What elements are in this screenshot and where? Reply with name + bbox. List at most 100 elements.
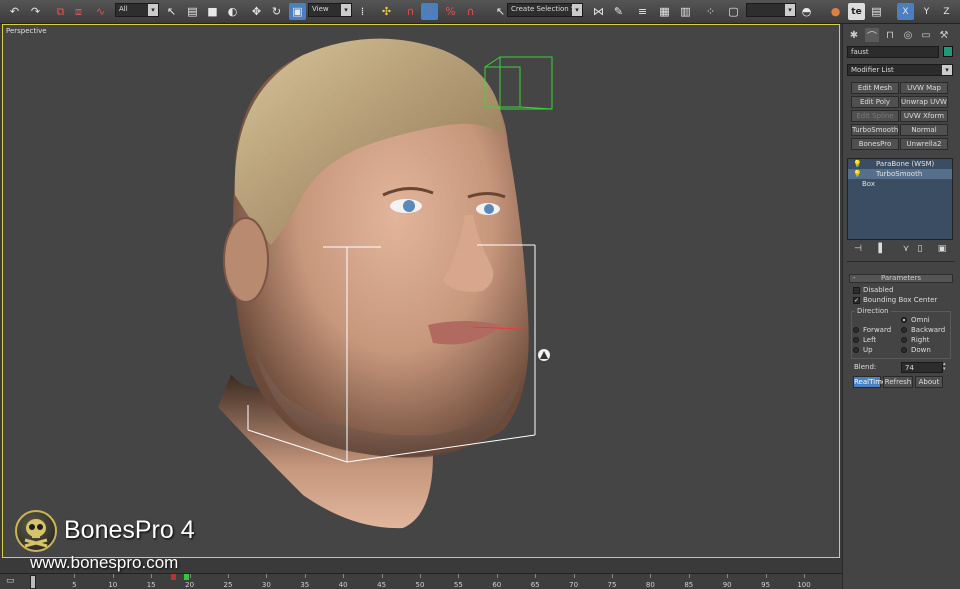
edit-poly-button[interactable]: Edit Poly	[851, 96, 899, 108]
realtime-button[interactable]: RealTime	[853, 376, 886, 388]
scale-icon[interactable]: ▣	[289, 3, 306, 20]
radio-down[interactable]: Down	[901, 346, 931, 354]
blend-spinner-field[interactable]: 74	[901, 362, 943, 373]
named-selection-dropdown[interactable]: Create Selection Se ▾	[507, 3, 583, 17]
keyframe-marker[interactable]	[184, 574, 189, 580]
modifier-stack[interactable]: 💡 ParaBone (WSM) 💡 TurboSmooth Box	[847, 158, 953, 240]
snap-icon[interactable]: ∩	[402, 3, 419, 20]
stack-item-box[interactable]: Box	[848, 179, 952, 189]
display-tab-icon[interactable]: ▭	[919, 28, 933, 42]
align-icon[interactable]: ✎	[610, 3, 627, 20]
mirror-icon[interactable]: ⋈	[590, 3, 607, 20]
material-editor-icon[interactable]: ⁘	[702, 3, 719, 20]
viewport-config-icon[interactable]: ▤	[868, 3, 885, 20]
unwrella2-button[interactable]: Unwrella2	[900, 138, 948, 150]
radio-forward[interactable]: Forward	[853, 326, 891, 334]
y-axis-icon[interactable]: Y	[918, 3, 935, 20]
spinner-arrows-icon[interactable]: ▴ ▾	[943, 362, 949, 373]
timeline[interactable]: ▭ 5 10 15 20 25 30 35 40 45 50 55 60 65 70 75 80 85 90 95 1…	[0, 573, 842, 589]
object-name-field[interactable]: faust	[847, 46, 939, 58]
collapse-icon: -	[853, 274, 856, 282]
select-link-icon[interactable]: ⧉	[52, 3, 69, 20]
timeline-tick-mark	[228, 574, 229, 578]
unwrap-uvw-button[interactable]: Unwrap UVW	[900, 96, 948, 108]
checkmark-icon: ✓	[853, 296, 860, 304]
direction-label: Direction	[855, 307, 891, 315]
undo-icon[interactable]: ↶	[6, 3, 23, 20]
render-icon[interactable]: ◓	[798, 3, 815, 20]
modify-tab-icon[interactable]: ⌒	[865, 28, 879, 43]
pivot-icon[interactable]: ⁞	[354, 3, 371, 20]
redo-icon[interactable]: ↷	[27, 3, 44, 20]
keyframe-marker[interactable]	[171, 574, 176, 580]
bonespro-button[interactable]: BonesPro	[851, 138, 899, 150]
layer-icon[interactable]: ≡	[634, 3, 651, 20]
rect-region-icon[interactable]: ■	[204, 3, 221, 20]
timeline-tick-mark	[765, 574, 767, 578]
timeline-tick-label: 15	[146, 581, 156, 589]
lightbulb-icon[interactable]: 💡	[853, 159, 862, 169]
curve-editor-icon[interactable]: ▦	[656, 3, 673, 20]
render-setup-icon[interactable]: ▢	[725, 3, 742, 20]
select-icon[interactable]: ↖	[163, 3, 180, 20]
select-manipulate-icon[interactable]: ✣	[378, 3, 395, 20]
disabled-checkbox[interactable]: Disabled	[853, 286, 893, 294]
radio-right[interactable]: Right	[901, 336, 929, 344]
teapot-icon[interactable]: ●	[827, 3, 844, 20]
radio-omni[interactable]: Omni	[901, 316, 930, 324]
object-color-swatch[interactable]	[943, 46, 953, 57]
remove-modifier-icon[interactable]: ▯	[913, 242, 927, 256]
make-unique-icon[interactable]: ⋎	[899, 242, 913, 256]
render-preset-dropdown[interactable]: ▾	[746, 3, 796, 17]
lightbulb-icon[interactable]: 💡	[853, 169, 862, 179]
unlink-icon[interactable]: ⧈	[70, 3, 87, 20]
timeline-config-icon[interactable]: ▭	[6, 576, 15, 586]
pin-stack-icon[interactable]: ⊣	[851, 242, 865, 256]
radio-backward[interactable]: Backward	[901, 326, 945, 334]
hierarchy-tab-icon[interactable]: ⊓	[883, 28, 897, 42]
stack-item-parabone[interactable]: 💡 ParaBone (WSM)	[848, 159, 952, 169]
time-slider[interactable]	[30, 575, 36, 589]
radio-up[interactable]: Up	[853, 346, 873, 354]
utilities-tab-icon[interactable]: ⚒	[937, 28, 951, 42]
spinner-snap-icon[interactable]: ∩	[462, 3, 479, 20]
te-icon[interactable]: te	[848, 3, 865, 20]
parameters-rollout-header[interactable]: - Parameters	[849, 274, 953, 283]
edit-spline-button[interactable]: Edit Spline	[851, 110, 899, 122]
normal-button[interactable]: Normal	[900, 124, 948, 136]
timeline-tick-mark	[304, 574, 306, 578]
angle-snap-icon[interactable]: ∩	[421, 3, 438, 20]
stack-item-turbosmooth[interactable]: 💡 TurboSmooth	[848, 169, 952, 179]
turbosmooth-button[interactable]: TurboSmooth	[851, 124, 899, 136]
perspective-viewport[interactable]: Perspective	[2, 24, 840, 558]
radio-left[interactable]: Left	[853, 336, 876, 344]
refresh-button[interactable]: Refresh	[883, 376, 913, 388]
radio-dot	[853, 347, 859, 353]
schematic-icon[interactable]: ▥	[677, 3, 694, 20]
modifier-list-dropdown[interactable]: Modifier List ▾	[847, 64, 953, 76]
timeline-tick-mark	[381, 574, 383, 578]
about-button[interactable]: About	[915, 376, 943, 388]
move-icon[interactable]: ✥	[248, 3, 265, 20]
selection-filter-dropdown[interactable]: All ▾	[115, 3, 159, 17]
edit-mesh-button[interactable]: Edit Mesh	[851, 82, 899, 94]
z-axis-icon[interactable]: Z	[938, 3, 955, 20]
stack-item-label: ParaBone (WSM)	[876, 160, 935, 168]
reference-coord-dropdown[interactable]: View ▾	[308, 3, 352, 17]
rotate-icon[interactable]: ↻	[268, 3, 285, 20]
window-crossing-icon[interactable]: ◐	[224, 3, 241, 20]
uvw-xform-button[interactable]: UVW Xform	[900, 110, 948, 122]
x-axis-icon[interactable]: X	[897, 3, 914, 20]
bind-spacewarp-icon[interactable]: ∿	[92, 3, 109, 20]
timeline-tick-mark	[688, 574, 690, 578]
stack-item-label: TurboSmooth	[876, 170, 923, 178]
bounding-box-center-checkbox[interactable]: ✓ Bounding Box Center	[853, 296, 937, 304]
motion-tab-icon[interactable]: ◎	[901, 28, 915, 42]
configure-sets-icon[interactable]: ▣	[935, 242, 949, 256]
percent-snap-icon[interactable]: %	[442, 3, 459, 20]
main-toolbar: ↶ ↷ ⧉ ⧈ ∿ All ▾ ↖ ▤ ■ ◐ ✥ ↻ ▣ View ▾ ⁞ ✣…	[0, 0, 960, 24]
select-by-name-icon[interactable]: ▤	[184, 3, 201, 20]
show-end-result-icon[interactable]: ▌	[875, 242, 889, 256]
create-tab-icon[interactable]: ✱	[847, 28, 861, 42]
uvw-map-button[interactable]: UVW Map	[900, 82, 948, 94]
